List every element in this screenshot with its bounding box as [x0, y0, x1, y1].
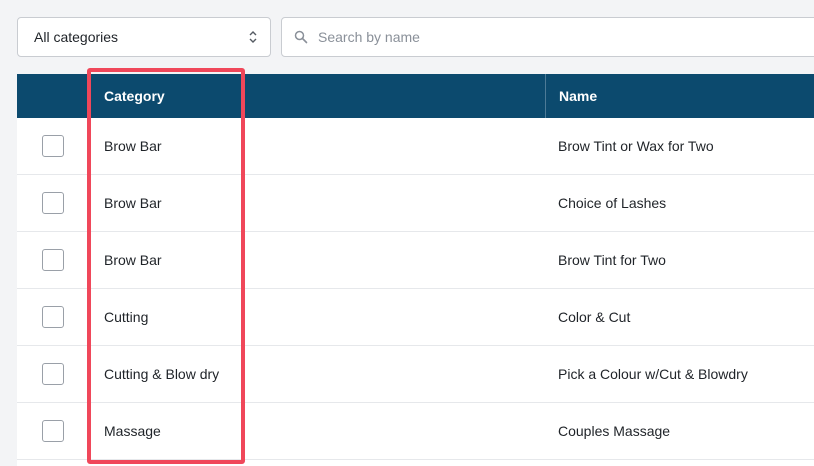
table-row: Cutting & Blow dry Pick a Colour w/Cut &… [17, 346, 814, 403]
category-filter-select[interactable]: All categories [17, 17, 271, 57]
row-name: Choice of Lashes [558, 195, 667, 211]
services-table: Category Name Brow Bar Brow Tint or Wax … [17, 74, 814, 466]
row-category: Brow Bar [104, 138, 162, 154]
row-checkbox[interactable] [42, 420, 64, 442]
table-row: Brow Bar Brow Tint for Two [17, 232, 814, 289]
services-page: All categories Category Name Brow B [0, 0, 814, 466]
row-category: Massage [104, 423, 161, 439]
table-row: Brow Bar Choice of Lashes [17, 175, 814, 232]
row-name: Pick a Colour w/Cut & Blowdry [558, 366, 748, 382]
row-checkbox[interactable] [42, 249, 64, 271]
search-field[interactable] [281, 17, 814, 57]
table-row: Brow Bar Brow Tint or Wax for Two [17, 118, 814, 175]
row-name: Color & Cut [558, 309, 631, 325]
column-header-category-label: Category [104, 88, 165, 104]
column-header-category[interactable]: Category [87, 74, 545, 118]
row-checkbox[interactable] [42, 192, 64, 214]
column-header-name-label: Name [559, 88, 598, 104]
row-checkbox[interactable] [42, 363, 64, 385]
chevron-up-down-icon [249, 31, 257, 43]
table-header: Category Name [17, 74, 814, 118]
row-checkbox[interactable] [42, 306, 64, 328]
row-category: Brow Bar [104, 195, 162, 211]
table-row: Massage Couples Massage [17, 403, 814, 460]
header-select-column [17, 74, 87, 118]
search-input[interactable] [318, 29, 718, 45]
row-name: Couples Massage [558, 423, 671, 439]
row-category: Brow Bar [104, 252, 162, 268]
search-icon [294, 30, 308, 44]
table-row: Cutting Color & Cut [17, 289, 814, 346]
row-checkbox[interactable] [42, 135, 64, 157]
column-header-name[interactable]: Name [545, 74, 814, 118]
row-category: Cutting & Blow dry [104, 366, 220, 382]
category-filter-value: All categories [34, 29, 119, 45]
row-name: Brow Tint for Two [558, 252, 666, 268]
row-name: Brow Tint or Wax for Two [558, 138, 714, 154]
row-category: Cutting [104, 309, 149, 325]
